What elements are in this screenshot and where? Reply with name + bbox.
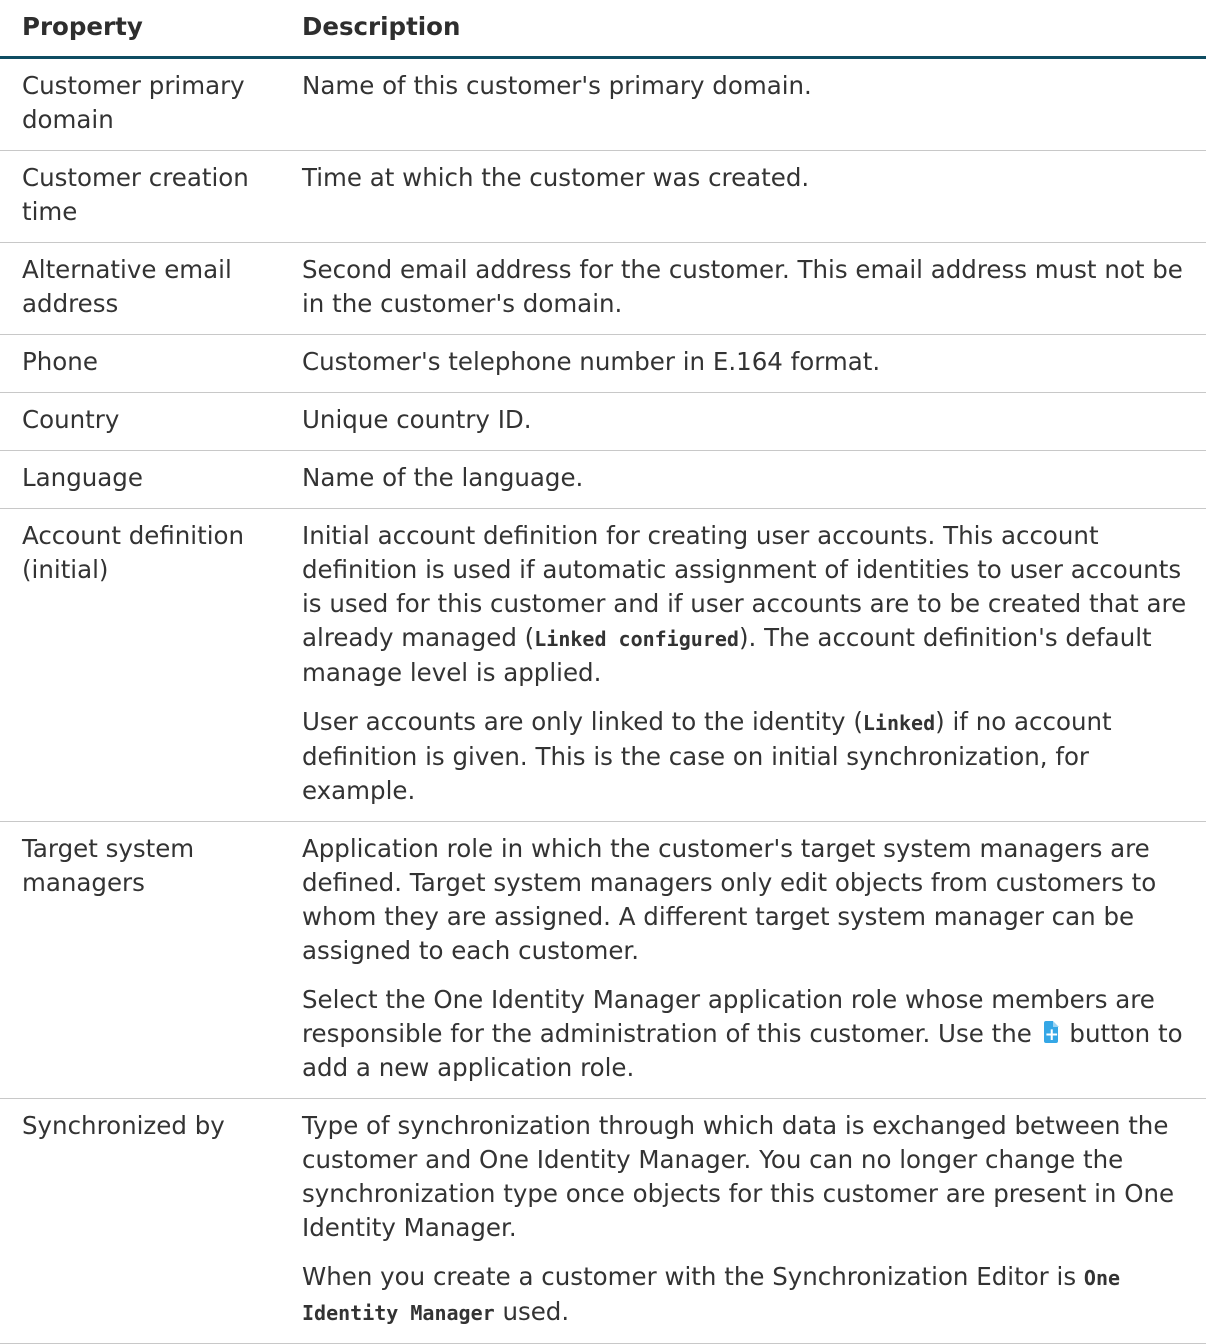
property-description: Unique country ID. [281,392,1206,451]
description-text: used. [494,1297,570,1326]
keyword-code: Linked [862,711,936,735]
description-text: Application role in which the customer's… [302,834,1157,965]
table-row: Alternative email address Second email ad… [0,242,1206,335]
description-paragraph: When you create a customer with the Sync… [302,1260,1206,1330]
property-description: Name of the language. [281,450,1206,509]
property-description: Second email address for the customer. T… [281,242,1206,335]
property-name: Country [0,392,281,451]
description-paragraph: Type of synchronization through which da… [302,1109,1206,1245]
property-description: Initial account definition for creating … [281,508,1206,822]
property-name: Account definition (initial) [0,508,281,822]
description-text: Select the One Identity Manager applicat… [302,985,1155,1048]
description-text: Second email address for the customer. T… [302,255,1183,318]
property-name: Target system managers [0,821,281,1099]
add-document-icon: + [1042,1021,1060,1045]
table-row: Customer creation time Time at which the … [0,150,1206,243]
keyword-code: Linked configured [534,627,739,651]
description-text: Name of the language. [302,463,584,492]
description-paragraph: Name of this customer's primary domain. [302,69,1206,103]
table-body: Customer primary domain Name of this cust… [0,57,1206,1344]
properties-table: Property Description Customer primary do… [0,0,1206,1344]
table-row: Country Unique country ID. [0,392,1206,451]
table-header-row: Property Description [0,0,1206,59]
description-paragraph: Second email address for the customer. T… [302,253,1206,321]
description-paragraph: Unique country ID. [302,403,1206,437]
table-row: Synchronized by Type of synchronization t… [0,1098,1206,1344]
property-name: Synchronized by [0,1098,281,1344]
description-paragraph: Customer's telephone number in E.164 for… [302,345,1206,379]
description-text: Customer's telephone number in E.164 for… [302,347,881,376]
column-header-description: Description [281,0,1206,59]
column-header-property: Property [0,0,281,59]
description-text: User accounts are only linked to the ide… [302,707,863,736]
description-text: When you create a customer with the Sync… [302,1262,1084,1291]
property-name: Phone [0,334,281,393]
description-paragraph: Name of the language. [302,461,1206,495]
table-row: Account definition (initial) Initial acco… [0,508,1206,822]
property-description: Application role in which the customer's… [281,821,1206,1099]
property-name: Customer creation time [0,150,281,243]
description-text: Name of this customer's primary domain. [302,71,812,100]
property-description: Customer's telephone number in E.164 for… [281,334,1206,393]
property-description: Name of this customer's primary domain. [281,57,1206,151]
property-description: Type of synchronization through which da… [281,1098,1206,1344]
property-name: Alternative email address [0,242,281,335]
property-description: Time at which the customer was created. [281,150,1206,243]
description-paragraph: User accounts are only linked to the ide… [302,705,1206,808]
table-row: Customer primary domain Name of this cust… [0,57,1206,151]
table-row: Language Name of the language. [0,450,1206,509]
description-paragraph: Application role in which the customer's… [302,832,1206,968]
table-row: Phone Customer's telephone number in E.16… [0,334,1206,393]
description-paragraph: Initial account definition for creating … [302,519,1206,690]
description-paragraph: Time at which the customer was created. [302,161,1206,195]
property-name: Customer primary domain [0,57,281,151]
property-name: Language [0,450,281,509]
description-text: Unique country ID. [302,405,532,434]
description-text: Type of synchronization through which da… [302,1111,1175,1242]
description-paragraph: Select the One Identity Manager applicat… [302,983,1206,1085]
description-text: Time at which the customer was created. [302,163,810,192]
table-row: Target system managers Application role i… [0,821,1206,1099]
